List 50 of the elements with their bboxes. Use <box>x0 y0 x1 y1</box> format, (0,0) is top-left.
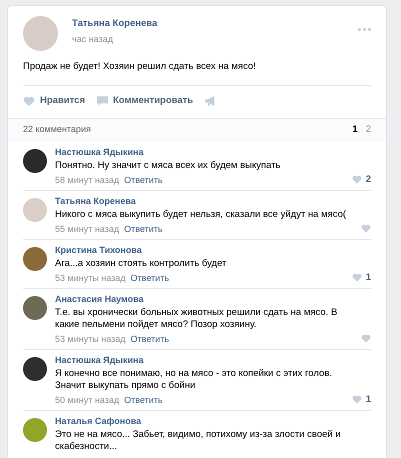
reply-link[interactable]: Ответить <box>124 394 163 406</box>
like-button[interactable]: 1 <box>352 272 371 284</box>
comment-button[interactable]: Комментировать <box>96 94 194 108</box>
avatar-placeholder <box>23 356 47 380</box>
author-name[interactable]: Настюшка Ядыкина <box>55 354 371 366</box>
avatar-placeholder <box>23 198 47 222</box>
like-button[interactable]: 2 <box>352 174 371 186</box>
comment-time: 53 минуты назад <box>55 272 126 284</box>
author-name[interactable]: Анастасия Наумова <box>55 292 371 306</box>
post-time: час назад <box>72 32 114 46</box>
reply-link[interactable]: Ответить <box>124 174 163 186</box>
avatar-placeholder <box>23 148 47 172</box>
author-name[interactable]: Татьяна Коренева <box>55 194 371 208</box>
more-icon[interactable] <box>358 28 371 31</box>
speech-bubble-icon <box>96 96 108 106</box>
comment-time: 58 минут назад <box>55 174 120 186</box>
author-name[interactable]: Наталья Сафонова <box>55 414 371 428</box>
reply-link[interactable]: Ответить <box>124 222 163 234</box>
megaphone-icon[interactable] <box>205 96 216 106</box>
comment-time: 55 минут назад <box>55 222 120 234</box>
comment-text: Это не на мясо... Забьет, видимо, потихому из-за злости своей и скабезности... <box>55 428 342 452</box>
heart-icon <box>352 273 362 282</box>
author-name[interactable]: Кристина Тихонова <box>55 244 371 256</box>
heart-icon <box>352 395 362 404</box>
author-name[interactable]: Татьяна Коренева <box>72 16 158 31</box>
comment-count: 22 комментария <box>23 123 91 136</box>
avatar-placeholder <box>23 296 47 320</box>
comment-text: Никого с мяса выкупить будет нельзя, сказали все уйдут на мясо( <box>55 208 348 220</box>
like-button[interactable] <box>361 334 371 343</box>
post-text: Продаж не будет! Хозяин решил сдать всех на мясо! <box>23 60 257 74</box>
avatar-placeholder <box>23 16 58 51</box>
comment-time: 53 минуты назад <box>55 332 126 344</box>
comment-text: Т.е. вы хронически больных животных решили сдать на мясо. В какие пельмени пойдет мясо? Позор хозяину. <box>55 306 338 330</box>
heart-icon <box>352 175 362 184</box>
heart-icon <box>23 96 35 107</box>
reply-link[interactable]: Ответить <box>130 332 170 344</box>
heart-icon <box>361 224 371 233</box>
comment-text: Понятно. Ну значит с мяса всех их будем выкупать <box>55 160 282 172</box>
comment-text: Ага...а хозяин стоять контролить будет <box>55 258 228 270</box>
page-link[interactable]: 1 <box>352 122 358 138</box>
avatar-placeholder <box>23 246 47 270</box>
author-name[interactable]: Настюшка Ядыкина <box>55 146 371 158</box>
like-button[interactable]: 1 <box>352 394 371 406</box>
heart-icon <box>361 334 371 343</box>
comment-text: Я конечно все понимаю, но на мясо - это копейки с этих голов. Значит выкупать прямо с бойни <box>55 368 334 392</box>
like-button[interactable] <box>361 224 371 233</box>
reply-link[interactable]: Ответить <box>130 272 170 284</box>
like-button[interactable]: Нравится <box>23 94 85 108</box>
comment-time: 50 минут назад <box>55 394 120 406</box>
avatar-placeholder <box>23 418 47 442</box>
